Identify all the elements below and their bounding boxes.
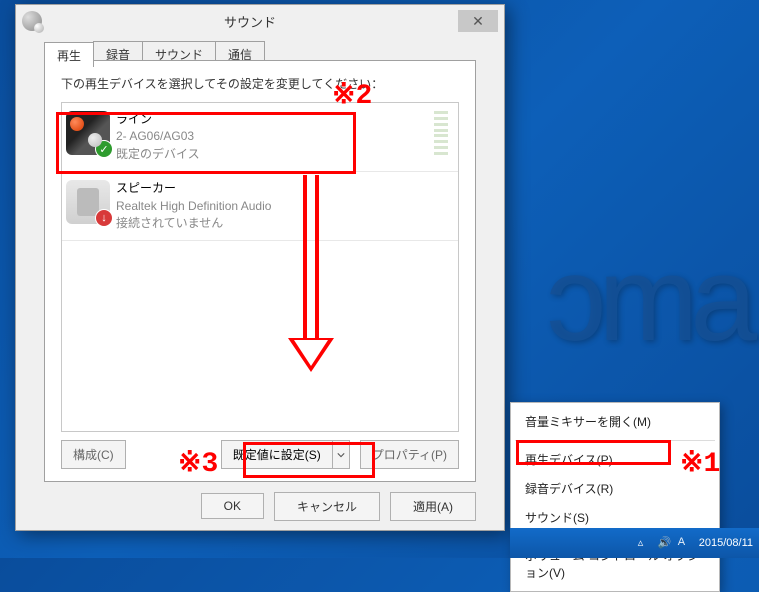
apply-button[interactable]: 適用(A) (390, 492, 476, 521)
sound-dialog: サウンド ✕ 再生 録音 サウンド 通信 下の再生デバイスを選択してその設定を変… (15, 4, 505, 531)
taskbar: ▵ 🔊 A 2015/08/11 (510, 528, 759, 558)
device-text: スピーカー Realtek High Definition Audio 接続され… (116, 180, 448, 232)
chevron-down-icon (337, 451, 345, 459)
device-sub2: 既定のデバイス (116, 146, 428, 163)
set-default-dropdown[interactable] (332, 440, 350, 469)
level-meter (434, 111, 448, 155)
tab-playback[interactable]: 再生 (44, 42, 94, 67)
dialog-title: サウンド (42, 12, 458, 31)
device-item-line[interactable]: ✓ ライン 2- AG06/AG03 既定のデバイス (62, 103, 458, 172)
ok-button[interactable]: OK (201, 493, 264, 519)
tray-icons[interactable]: ▵ 🔊 A (638, 536, 693, 551)
device-sub1: Realtek High Definition Audio (116, 198, 448, 215)
ctx-playback-devices[interactable]: 再生デバイス(P) (513, 445, 717, 474)
dialog-footer: OK キャンセル 適用(A) (16, 482, 504, 530)
error-icon: ↓ (96, 210, 112, 226)
device-sub2: 接続されていません (116, 215, 448, 232)
desktop-brand-text: ɔma (546, 230, 749, 368)
ctx-open-mixer[interactable]: 音量ミキサーを開く(M) (513, 407, 717, 436)
titlebar: サウンド ✕ (16, 5, 504, 37)
panel-button-row: 構成(C) 既定値に設定(S) プロパティ(P) (61, 440, 459, 469)
set-default-button[interactable]: 既定値に設定(S) (221, 440, 332, 469)
set-default-split-button[interactable]: 既定値に設定(S) (221, 440, 350, 469)
separator (515, 440, 715, 441)
checkmark-icon: ✓ (96, 141, 112, 157)
tray-clock[interactable]: 2015/08/11 (699, 537, 753, 550)
instruction-text: 下の再生デバイスを選択してその設定を変更してください： (61, 75, 459, 92)
ctx-recording-devices[interactable]: 録音デバイス(R) (513, 474, 717, 503)
tray-date: 2015/08/11 (699, 537, 753, 550)
device-sub1: 2- AG06/AG03 (116, 128, 428, 145)
audio-cable-icon: ✓ (66, 111, 110, 155)
tray-volume-icon[interactable]: 🔊 (658, 536, 673, 551)
device-name: スピーカー (116, 180, 448, 197)
device-item-speaker[interactable]: ↓ スピーカー Realtek High Definition Audio 接続… (62, 172, 458, 241)
configure-button[interactable]: 構成(C) (61, 440, 126, 469)
device-list[interactable]: ✓ ライン 2- AG06/AG03 既定のデバイス ↓ スピーカー Realt… (61, 102, 459, 432)
properties-button[interactable]: プロパティ(P) (360, 440, 459, 469)
tray-context-menu: 音量ミキサーを開く(M) 再生デバイス(P) 録音デバイス(R) サウンド(S)… (510, 402, 720, 592)
device-text: ライン 2- AG06/AG03 既定のデバイス (116, 111, 428, 163)
tray-icon[interactable]: A (678, 536, 693, 551)
cancel-button[interactable]: キャンセル (274, 492, 380, 521)
tray-icon[interactable]: ▵ (638, 536, 653, 551)
speaker-icon: ↓ (66, 180, 110, 224)
sound-icon (22, 11, 42, 31)
close-button[interactable]: ✕ (458, 10, 498, 32)
tab-panel-playback: 下の再生デバイスを選択してその設定を変更してください： ✓ ライン 2- AG0… (44, 60, 476, 482)
device-name: ライン (116, 111, 428, 128)
